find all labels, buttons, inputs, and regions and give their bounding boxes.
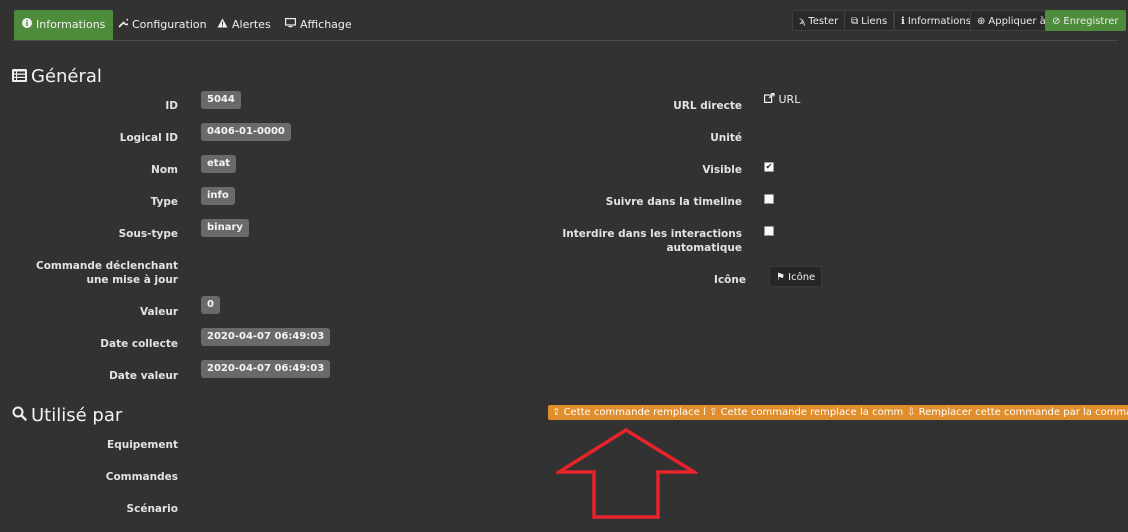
label-date-valeur: Date valeur [109, 370, 178, 382]
download-icon: ⇩ [907, 407, 916, 418]
label-commandes: Commandes [105, 471, 178, 483]
warning-icon [217, 10, 228, 40]
button-label: Enregistrer [1063, 16, 1119, 27]
value-id: 5044 [201, 91, 241, 109]
timeline-checkbox[interactable] [764, 194, 774, 204]
url-link[interactable]: URL [764, 92, 801, 106]
section-title-text: Général [31, 66, 102, 87]
button-label: Icône [788, 272, 816, 283]
tab-alertes[interactable]: Alertes [209, 10, 279, 40]
interactions-checkbox[interactable] [764, 226, 774, 236]
info-circle-icon [22, 10, 32, 40]
button-label: Cette commande remplace la commande [720, 407, 929, 418]
appliquer-button[interactable]: ⊕ Appliquer à [970, 10, 1053, 31]
list-icon [12, 68, 27, 86]
button-label: Liens [861, 16, 888, 27]
value-date-collecte: 2020-04-07 06:49:03 [201, 328, 331, 346]
value-valeur: 0 [201, 296, 220, 314]
icone-button[interactable]: ⚑ Icône [769, 266, 823, 287]
button-label: Appliquer à [988, 16, 1046, 27]
monitor-icon [285, 10, 297, 40]
tab-configuration[interactable]: Configuration [110, 10, 215, 40]
tab-label: Alertes [232, 18, 271, 31]
search-icon [12, 406, 27, 425]
url-link-label: URL [778, 93, 801, 106]
value-logical-id: 0406-01-0000 [201, 123, 291, 141]
enregistrer-button[interactable]: ⊘ Enregistrer [1045, 10, 1126, 31]
label-valeur: Valeur [139, 306, 178, 318]
replace-command-button[interactable]: ⇪ Cette commande remplace la commande [705, 405, 933, 420]
replace-by-command-button[interactable]: ⇩ Remplacer cette commande par la comman… [903, 405, 1128, 420]
label-type: Type [150, 196, 178, 208]
annotation-arrow-icon [556, 428, 698, 519]
button-label: Tester [808, 16, 839, 27]
label-id: ID [165, 100, 178, 112]
button-label: Informations [907, 16, 971, 27]
external-link-icon [764, 92, 779, 106]
visible-checkbox[interactable]: ✔ [764, 162, 774, 172]
replace-id-button[interactable]: ⇪ Cette commande remplace l'ID [548, 405, 724, 420]
value-sous-type: binary [201, 219, 249, 237]
value-date-valeur: 2020-04-07 06:49:03 [201, 360, 331, 378]
section-title-text: Utilisé par [31, 405, 123, 426]
tab-label: Configuration [132, 18, 207, 31]
rss-icon: ϡ [799, 16, 806, 27]
links-icon: ⧉ [851, 16, 859, 27]
info-icon: ℹ [901, 16, 905, 27]
upload-icon: ⇪ [709, 407, 718, 418]
label-logical-id: Logical ID [119, 132, 178, 144]
value-nom: etat [201, 155, 237, 173]
wrench-icon [118, 10, 130, 40]
label-scenario: Scénario [126, 503, 178, 515]
upload-icon: ⇪ [552, 407, 561, 418]
label-url-directe: URL directe [673, 100, 742, 112]
tab-label: Informations [36, 18, 106, 31]
label-commande-declenchant: Commande déclenchant une mise à jour [36, 260, 178, 286]
label-icone: Icône [714, 274, 746, 286]
flag-icon: ⚑ [776, 272, 785, 283]
tab-affichage[interactable]: Affichage [277, 10, 360, 40]
label-date-collecte: Date collecte [100, 338, 178, 350]
tab-informations[interactable]: Informations [14, 10, 114, 40]
tab-label: Affichage [300, 18, 352, 31]
plus-circle-icon: ⊕ [977, 16, 986, 27]
label-nom: Nom [151, 164, 178, 176]
label-unite: Unité [710, 132, 742, 144]
button-label: Remplacer cette commande par la commande [918, 407, 1128, 418]
liens-button[interactable]: ⧉ Liens [844, 10, 895, 31]
tab-bar: Informations Configuration Alertes Affic… [0, 0, 1128, 42]
label-equipement: Equipement [107, 439, 178, 451]
label-interactions: Interdire dans les interactions automati… [562, 228, 742, 254]
tester-button[interactable]: ϡ Tester [792, 10, 846, 31]
value-type: info [201, 187, 235, 205]
label-timeline: Suivre dans la timeline [605, 196, 742, 208]
button-label: Cette commande remplace l'ID [563, 407, 720, 418]
informations-button[interactable]: ℹ Informations [894, 10, 978, 31]
label-sous-type: Sous-type [118, 228, 178, 240]
tab-divider [12, 40, 1118, 41]
section-used-by-title: Utilisé par [12, 405, 122, 426]
label-visible: Visible [702, 164, 742, 176]
section-general-title: Général [12, 66, 102, 87]
check-circle-icon: ⊘ [1052, 16, 1061, 27]
